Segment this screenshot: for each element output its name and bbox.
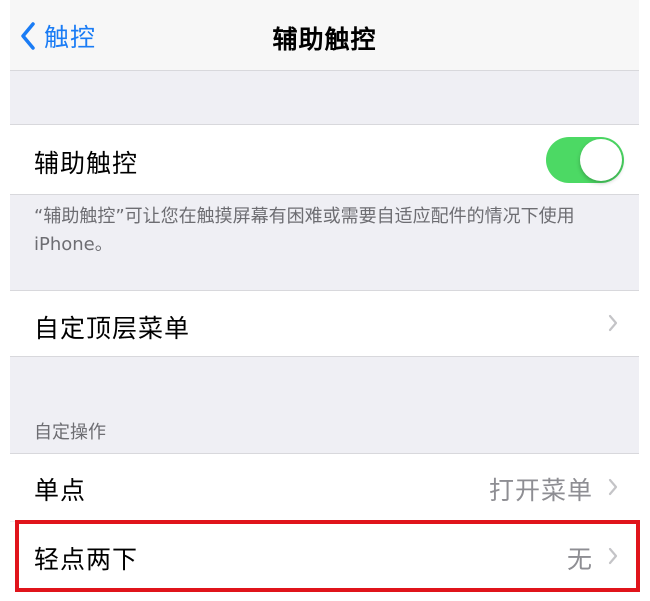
divider [10,453,639,454]
single-tap-cell[interactable]: 单点 打开菜单 [10,453,639,521]
navigation-bar: 触控 辅助触控 [10,0,639,71]
top-menu-cell[interactable]: 自定顶层菜单 [10,290,639,356]
single-tap-value: 打开菜单 [488,476,593,505]
assistive-touch-label: 辅助触控 [34,149,139,178]
divider [10,124,639,125]
divider [10,290,639,291]
chevron-right-icon [608,314,618,332]
custom-actions-header: 自定操作 [34,422,106,443]
divider [10,194,639,195]
assistive-touch-description: “辅助触控”可让您在触摸屏幕有困难或需要自适应配件的情况下使用iPhone。 [34,206,575,255]
toggle-knob [580,139,622,181]
assistive-touch-cell: 辅助触控 [10,124,639,194]
highlight-box [15,520,640,592]
settings-screen: 触控 辅助触控 辅助触控 “辅助触控”可让您在触摸屏幕有困难或需要自适应配件的情… [10,0,639,601]
page-title: 辅助触控 [272,25,377,54]
chevron-right-icon [608,478,618,496]
divider [10,356,639,357]
assistive-touch-toggle[interactable] [546,137,624,183]
single-tap-label: 单点 [34,476,87,505]
top-menu-label: 自定顶层菜单 [34,314,191,343]
